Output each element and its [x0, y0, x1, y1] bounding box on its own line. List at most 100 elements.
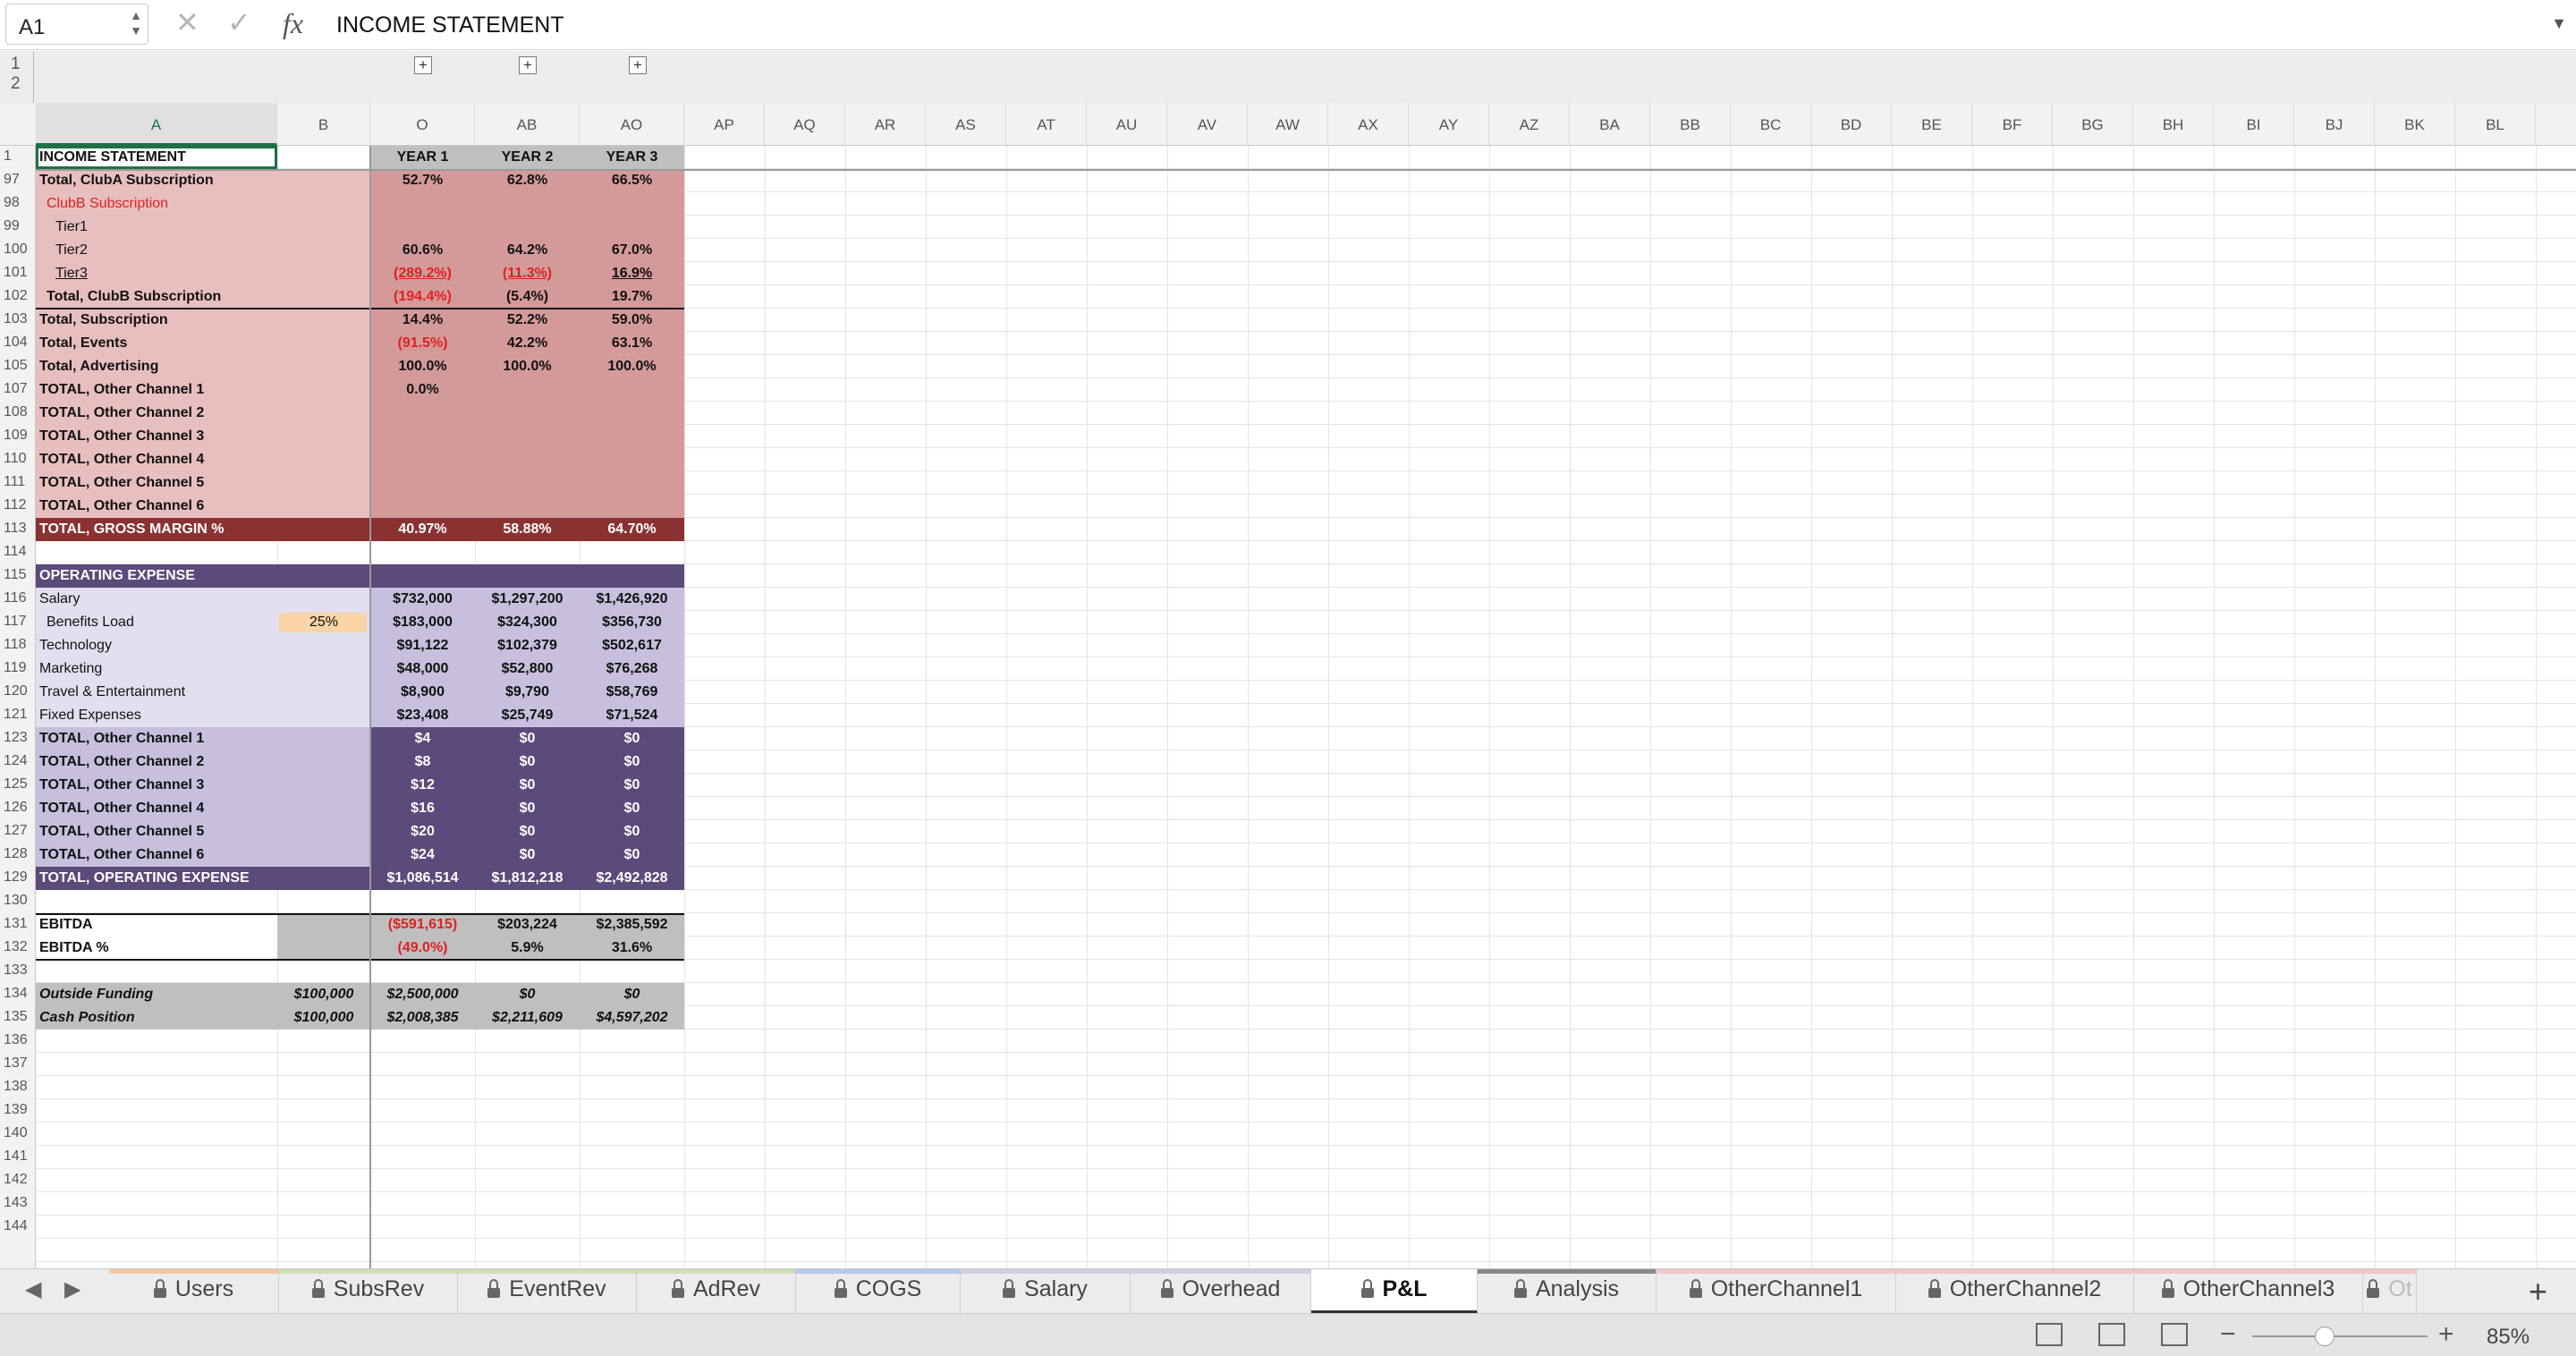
- cell-o-113[interactable]: 40.97%: [370, 518, 475, 541]
- row-header[interactable]: 121: [0, 707, 36, 723]
- cell-a-105[interactable]: Total, Advertising: [39, 355, 281, 378]
- cell-ao-119[interactable]: $76,268: [580, 657, 684, 681]
- row-header[interactable]: 143: [0, 1195, 36, 1211]
- row-header[interactable]: 100: [0, 242, 36, 258]
- page-break-view-icon[interactable]: [2161, 1323, 2188, 1346]
- column-header-bl[interactable]: BL: [2455, 103, 2536, 146]
- cell-a-126[interactable]: TOTAL, Other Channel 4: [39, 797, 281, 820]
- row-header[interactable]: 132: [0, 939, 36, 955]
- cell-ao-104[interactable]: 63.1%: [580, 332, 684, 355]
- row-header[interactable]: 127: [0, 823, 36, 839]
- cell-b-134[interactable]: $100,000: [277, 983, 370, 1006]
- cell-o-103[interactable]: 14.4%: [370, 309, 475, 332]
- cell-ao-116[interactable]: $1,426,920: [580, 588, 684, 611]
- cell-ab-129[interactable]: $1,812,218: [475, 867, 580, 890]
- cell-a-101[interactable]: Tier3: [55, 262, 297, 285]
- row-header[interactable]: 140: [0, 1125, 36, 1141]
- column-header-aq[interactable]: AQ: [765, 103, 845, 146]
- cell-ao-132[interactable]: 31.6%: [580, 936, 684, 960]
- cell-o-100[interactable]: 60.6%: [370, 239, 475, 262]
- column-header-be[interactable]: BE: [1892, 103, 1972, 146]
- column-header-ax[interactable]: AX: [1328, 103, 1409, 146]
- cell-a-98[interactable]: ClubB Subscription: [47, 192, 288, 216]
- cell-ab-118[interactable]: $102,379: [475, 634, 580, 657]
- row-header[interactable]: 135: [0, 1009, 36, 1025]
- confirm-icon[interactable]: ✓: [227, 5, 251, 39]
- cell-o-127[interactable]: $20: [370, 820, 475, 843]
- cell-o-131[interactable]: ($591,615): [370, 913, 475, 936]
- row-header[interactable]: 98: [0, 195, 36, 211]
- row-header[interactable]: 109: [0, 428, 36, 444]
- outline-level-2[interactable]: 2: [11, 74, 21, 94]
- sheet-tab-analysis[interactable]: Analysis: [1478, 1269, 1657, 1314]
- row-header[interactable]: 108: [0, 404, 36, 420]
- cell-ab-128[interactable]: $0: [475, 843, 580, 867]
- cell-a-100[interactable]: Tier2: [55, 239, 297, 262]
- cell-o-105[interactable]: 100.0%: [370, 355, 475, 378]
- cell-ao-1[interactable]: YEAR 3: [580, 146, 684, 169]
- cell-ao-118[interactable]: $502,617: [580, 634, 684, 657]
- cell-ab-116[interactable]: $1,297,200: [475, 588, 580, 611]
- row-header[interactable]: 134: [0, 986, 36, 1002]
- cell-ao-134[interactable]: $0: [580, 983, 684, 1006]
- column-header-bj[interactable]: BJ: [2294, 103, 2375, 146]
- sheet-tab-eventrev[interactable]: EventRev: [458, 1269, 637, 1314]
- zoom-in-icon[interactable]: +: [2438, 1319, 2454, 1350]
- row-header[interactable]: 141: [0, 1148, 36, 1165]
- tab-next-icon[interactable]: ▶: [64, 1276, 80, 1302]
- cell-o-134[interactable]: $2,500,000: [370, 983, 475, 1006]
- cell-o-132[interactable]: (49.0%): [370, 936, 475, 960]
- row-header[interactable]: 126: [0, 800, 36, 816]
- cell-o-119[interactable]: $48,000: [370, 657, 475, 681]
- column-header-aw[interactable]: AW: [1248, 103, 1328, 146]
- cell-o-118[interactable]: $91,122: [370, 634, 475, 657]
- zoom-slider-handle[interactable]: [2315, 1326, 2334, 1346]
- column-header-ba[interactable]: BA: [1570, 103, 1650, 146]
- sheet-tab-otherchannel2[interactable]: OtherChannel2: [1896, 1269, 2134, 1314]
- cell-ao-123[interactable]: $0: [580, 727, 684, 750]
- row-header[interactable]: 107: [0, 381, 36, 397]
- cell-ao-131[interactable]: $2,385,592: [580, 913, 684, 936]
- cell-a-125[interactable]: TOTAL, Other Channel 3: [39, 774, 281, 797]
- cell-a-110[interactable]: TOTAL, Other Channel 4: [39, 448, 281, 471]
- column-header-ar[interactable]: AR: [845, 103, 926, 146]
- cell-ab-126[interactable]: $0: [475, 797, 580, 820]
- name-box[interactable]: A1 ▲ ▼: [5, 4, 148, 45]
- fx-icon[interactable]: fx: [283, 7, 303, 40]
- row-header[interactable]: 139: [0, 1102, 36, 1118]
- cell-ab-1[interactable]: YEAR 2: [475, 146, 580, 169]
- expand-group-icon[interactable]: +: [414, 56, 432, 74]
- expand-group-icon[interactable]: +: [629, 56, 647, 74]
- row-header[interactable]: 136: [0, 1032, 36, 1048]
- cell-o-116[interactable]: $732,000: [370, 588, 475, 611]
- row-header[interactable]: 133: [0, 962, 36, 979]
- cell-a-128[interactable]: TOTAL, Other Channel 6: [39, 843, 281, 867]
- cell-a-117[interactable]: Benefits Load: [47, 611, 288, 634]
- cell-a-121[interactable]: Fixed Expenses: [39, 704, 281, 727]
- cell-o-117[interactable]: $183,000: [370, 611, 475, 634]
- cell-ao-120[interactable]: $58,769: [580, 681, 684, 704]
- cell-ao-135[interactable]: $4,597,202: [580, 1006, 684, 1030]
- cell-ao-124[interactable]: $0: [580, 750, 684, 774]
- row-header[interactable]: 116: [0, 590, 36, 606]
- cell-ao-113[interactable]: 64.70%: [580, 518, 684, 541]
- cell-ab-135[interactable]: $2,211,609: [475, 1006, 580, 1030]
- column-header-bb[interactable]: BB: [1650, 103, 1731, 146]
- cell-ao-97[interactable]: 66.5%: [580, 169, 684, 192]
- sheet-tab-adrev[interactable]: AdRev: [637, 1269, 796, 1314]
- cell-ab-100[interactable]: 64.2%: [475, 239, 580, 262]
- cell-a-107[interactable]: TOTAL, Other Channel 1: [39, 378, 281, 402]
- sheet-tab-salary[interactable]: Salary: [961, 1269, 1131, 1314]
- cell-o-101[interactable]: (289.2%): [370, 262, 475, 285]
- formula-expand-icon[interactable]: ▼: [2551, 14, 2567, 33]
- row-header[interactable]: 117: [0, 614, 36, 630]
- row-header[interactable]: 99: [0, 218, 36, 234]
- sheet-tab-subsrev[interactable]: SubsRev: [279, 1269, 458, 1314]
- cell-a-135[interactable]: Cash Position: [39, 1006, 281, 1030]
- cell-a-134[interactable]: Outside Funding: [39, 983, 281, 1006]
- cell-a-115[interactable]: OPERATING EXPENSE: [39, 564, 281, 588]
- cell-ab-102[interactable]: (5.4%): [475, 285, 580, 309]
- name-box-stepper-icon[interactable]: ▲ ▼: [130, 8, 142, 38]
- zoom-out-icon[interactable]: −: [2220, 1319, 2236, 1350]
- sheet-tab-pl[interactable]: P&L: [1311, 1269, 1478, 1314]
